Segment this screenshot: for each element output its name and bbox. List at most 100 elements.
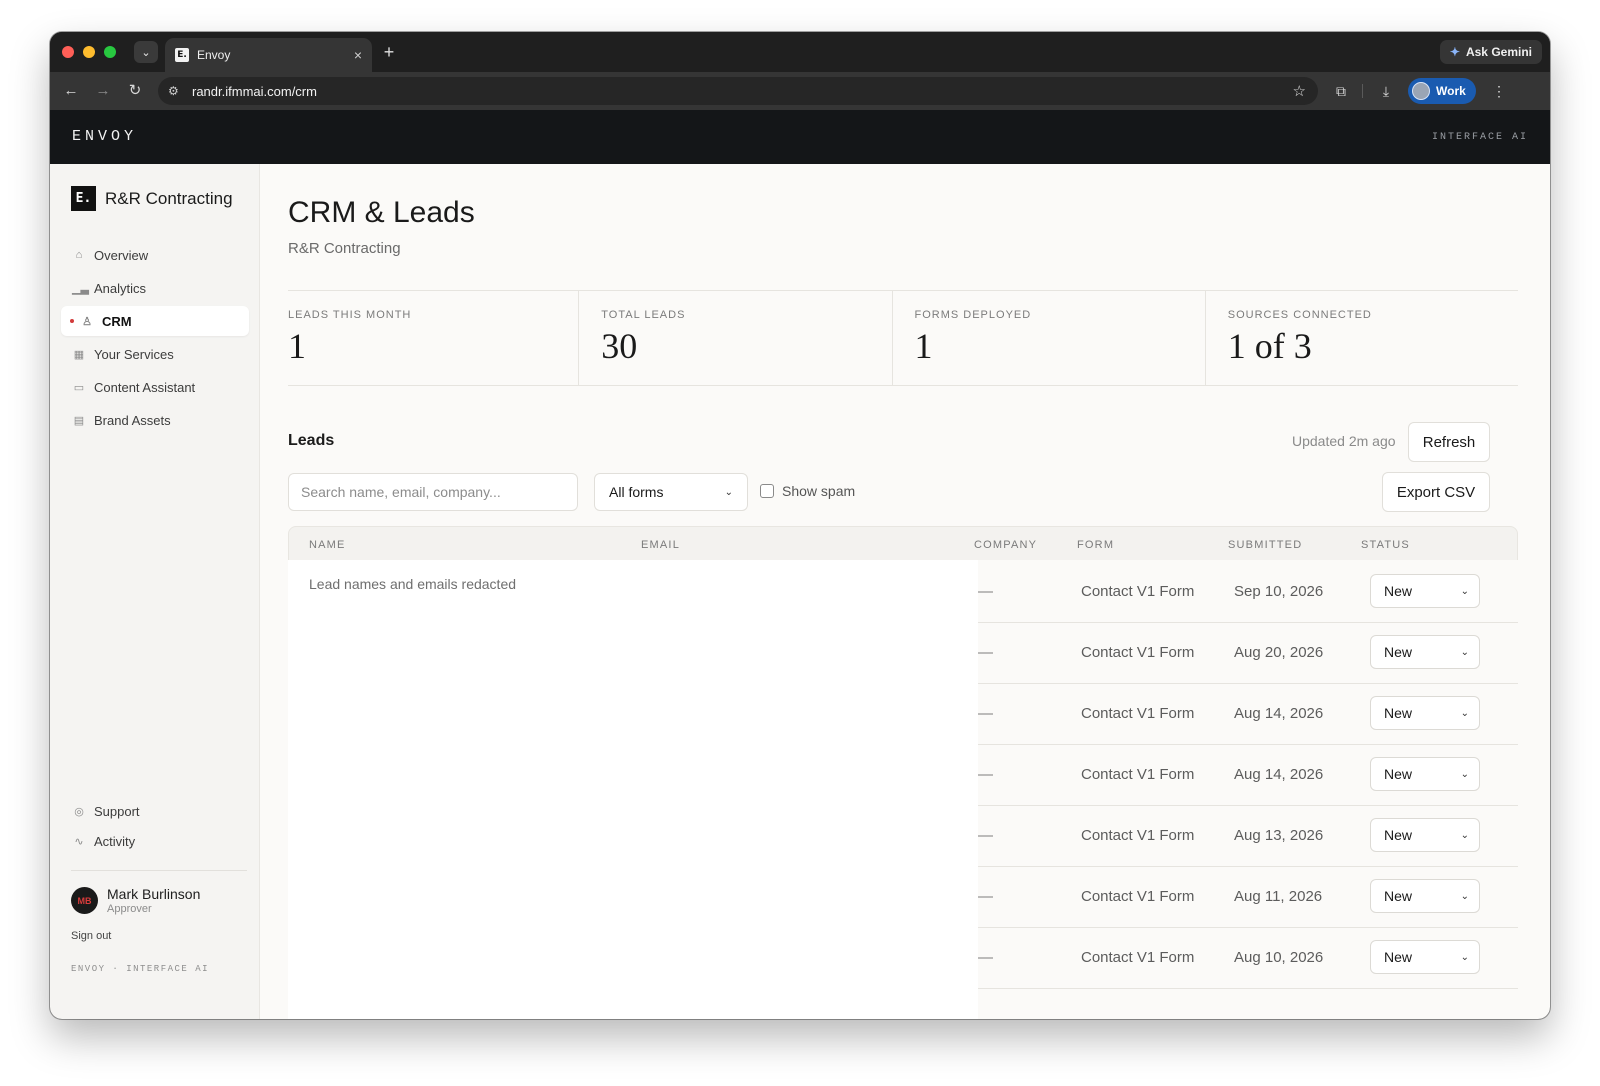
sidebar-item-label: Content Assistant — [94, 379, 196, 395]
table-row[interactable]: — Contact V1 Form Sep 10, 2026 New ⌄ — [978, 562, 1518, 623]
stat-label: FORMS DEPLOYED — [914, 309, 1032, 321]
submitted-cell: Aug 14, 2026 — [1234, 766, 1324, 783]
table-row[interactable]: — Contact V1 Form Aug 10, 2026 New ⌄ — [978, 928, 1518, 989]
forms-filter-select[interactable]: All forms ⌄ — [594, 473, 748, 511]
stat-value: 30 — [601, 326, 638, 366]
stat-leads-this-month: LEADS THIS MONTH 1 — [288, 291, 578, 385]
form-cell: Contact V1 Form — [1081, 827, 1195, 844]
stat-forms-deployed: FORMS DEPLOYED 1 — [891, 291, 1205, 385]
extensions-icon[interactable]: ⧉ — [1330, 80, 1352, 102]
refresh-button[interactable]: Refresh — [1408, 422, 1490, 462]
sidebar-item-content-assistant[interactable]: ▭ Content Assistant — [61, 372, 249, 402]
table-row[interactable]: — Contact V1 Form Aug 20, 2026 New ⌄ — [978, 623, 1518, 684]
status-value: New — [1384, 583, 1413, 599]
app-header: ENVOY INTERFACE AI — [50, 110, 1550, 164]
new-tab-button[interactable]: + — [378, 41, 400, 63]
status-select[interactable]: New ⌄ — [1370, 635, 1480, 669]
column-header-email[interactable]: EMAIL — [641, 539, 680, 551]
company-cell: — — [978, 949, 993, 966]
redacted-note: Lead names and emails redacted — [309, 576, 517, 592]
form-cell: Contact V1 Form — [1081, 766, 1195, 783]
more-menu-icon[interactable]: ⋮ — [1488, 80, 1510, 102]
sidebar-item-brand-assets[interactable]: ▤ Brand Assets — [61, 405, 249, 435]
bookmark-star-icon[interactable]: ☆ — [1293, 82, 1306, 100]
minimize-window-button[interactable] — [83, 46, 95, 58]
stat-sources-connected: SOURCES CONNECTED 1 of 3 — [1204, 291, 1518, 385]
sidebar-item-analytics[interactable]: ▁▃ Analytics — [61, 273, 249, 303]
stat-value: 1 — [914, 326, 933, 366]
sidebar-nav: ⌂ Overview ▁▃ Analytics ♙ CRM ▦ Your Ser… — [61, 240, 249, 438]
layers-icon: ▤ — [73, 414, 85, 427]
show-spam-toggle[interactable]: Show spam — [760, 483, 855, 499]
table-row[interactable]: — Contact V1 Form Aug 14, 2026 New ⌄ — [978, 745, 1518, 806]
sidebar-item-crm[interactable]: ♙ CRM — [61, 306, 249, 336]
status-select[interactable]: New ⌄ — [1370, 574, 1480, 608]
ask-gemini-button[interactable]: ✦ Ask Gemini — [1439, 40, 1542, 64]
main-content: CRM & Leads R&R Contracting LEADS THIS M… — [260, 164, 1550, 1019]
org-switcher[interactable]: E. R&R Contracting — [71, 186, 233, 211]
table-header: NAME EMAIL COMPANY FORM SUBMITTED STATUS — [288, 526, 1518, 560]
app-brand[interactable]: ENVOY — [72, 128, 137, 145]
profile-avatar — [1412, 82, 1430, 100]
sign-out-link[interactable]: Sign out — [71, 930, 111, 942]
company-cell: — — [978, 705, 993, 722]
sidebar-item-support[interactable]: ◎ Support — [61, 798, 249, 825]
column-header-company[interactable]: COMPANY — [974, 539, 1037, 551]
download-icon[interactable]: ⤓ — [1375, 80, 1397, 102]
reload-icon[interactable]: ↻ — [124, 80, 146, 102]
browser-window: ⌄ E. Envoy × + ✦ Ask Gemini ← → ↻ ⚙ rand… — [50, 32, 1550, 1019]
back-arrow-icon[interactable]: ← — [60, 80, 82, 102]
form-cell: Contact V1 Form — [1081, 705, 1195, 722]
avatar: MB — [71, 887, 98, 914]
table-row[interactable]: — Contact V1 Form Aug 13, 2026 New ⌄ — [978, 806, 1518, 867]
status-value: New — [1384, 705, 1413, 721]
site-settings-icon[interactable]: ⚙ — [168, 84, 188, 98]
table-row[interactable]: — Contact V1 Form Aug 11, 2026 New ⌄ — [978, 867, 1518, 928]
profile-button[interactable]: Work — [1408, 78, 1476, 104]
chevron-down-icon: ⌄ — [1460, 646, 1469, 658]
column-header-submitted[interactable]: SUBMITTED — [1228, 539, 1302, 551]
sidebar-item-overview[interactable]: ⌂ Overview — [61, 240, 249, 270]
column-header-form[interactable]: FORM — [1077, 539, 1114, 551]
close-window-button[interactable] — [62, 46, 74, 58]
person-icon: ♙ — [82, 315, 92, 328]
status-select[interactable]: New ⌄ — [1370, 696, 1480, 730]
sidebar-item-activity[interactable]: ∿ Activity — [61, 828, 249, 855]
status-select[interactable]: New ⌄ — [1370, 940, 1480, 974]
chevron-down-icon: ⌄ — [141, 46, 151, 59]
sidebar-item-label: Overview — [94, 247, 149, 263]
stat-label: SOURCES CONNECTED — [1227, 309, 1372, 321]
stat-value: 1 — [288, 326, 306, 366]
chat-icon: ▭ — [73, 381, 85, 394]
tab-search-button[interactable]: ⌄ — [134, 41, 158, 63]
sidebar-footer: ENVOY · INTERFACE AI — [71, 964, 210, 974]
sidebar-item-label: Support — [94, 804, 140, 819]
close-tab-icon[interactable]: × — [354, 47, 362, 63]
export-csv-button[interactable]: Export CSV — [1382, 472, 1490, 512]
browser-tab[interactable]: E. Envoy × — [165, 38, 372, 72]
active-dot — [70, 319, 74, 323]
sidebar: E. R&R Contracting ⌂ Overview ▁▃ Analyti… — [50, 164, 260, 1019]
form-cell: Contact V1 Form — [1081, 888, 1195, 905]
column-header-name[interactable]: NAME — [309, 539, 346, 551]
url-text[interactable]: randr.ifmmai.com/crm — [192, 84, 1293, 99]
forward-arrow-icon[interactable]: → — [92, 80, 114, 102]
show-spam-checkbox[interactable] — [760, 484, 774, 498]
address-bar[interactable]: ⚙ randr.ifmmai.com/crm ☆ — [158, 77, 1318, 105]
company-cell: — — [978, 644, 993, 661]
grid-icon: ▦ — [73, 348, 85, 361]
submitted-cell: Aug 10, 2026 — [1234, 949, 1324, 966]
stats-row: LEADS THIS MONTH 1 TOTAL LEADS 30 FORMS … — [288, 290, 1518, 386]
status-select[interactable]: New ⌄ — [1370, 757, 1480, 791]
status-select[interactable]: New ⌄ — [1370, 818, 1480, 852]
chevron-down-icon: ⌄ — [1460, 890, 1469, 902]
status-select[interactable]: New ⌄ — [1370, 879, 1480, 913]
search-input[interactable] — [288, 473, 578, 511]
column-header-status[interactable]: STATUS — [1361, 539, 1410, 551]
maximize-window-button[interactable] — [104, 46, 116, 58]
sidebar-item-your-services[interactable]: ▦ Your Services — [61, 339, 249, 369]
table-row[interactable]: — Contact V1 Form Aug 14, 2026 New ⌄ — [978, 684, 1518, 745]
sidebar-item-label: CRM — [102, 313, 132, 329]
user-profile[interactable]: MB Mark Burlinson Approver — [71, 886, 200, 915]
status-value: New — [1384, 644, 1413, 660]
